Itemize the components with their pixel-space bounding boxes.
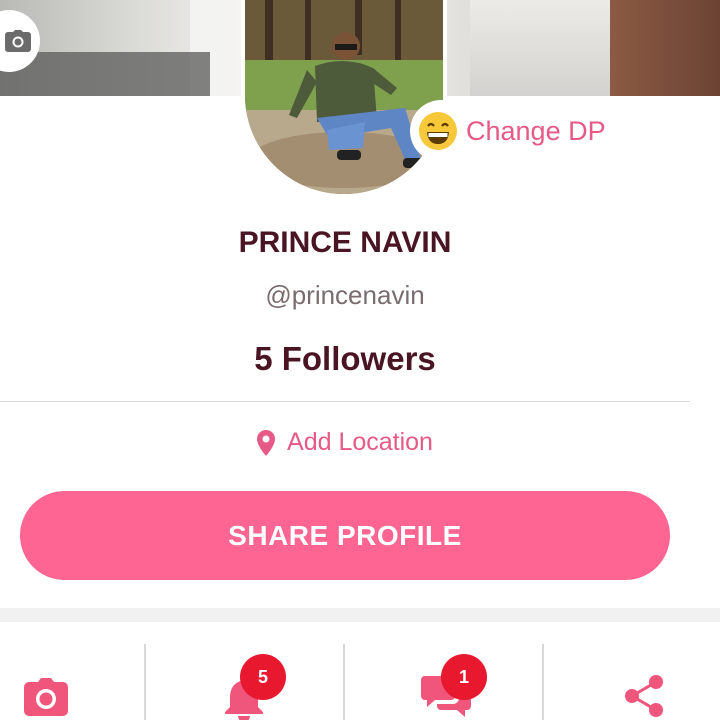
messages-badge: 1 — [441, 654, 487, 700]
tab-messages[interactable]: 1 — [345, 622, 543, 720]
divider — [0, 401, 690, 402]
notifications-badge: 5 — [240, 654, 286, 700]
profile-avatar[interactable] — [241, 0, 447, 198]
change-dp-button[interactable]: Change DP — [410, 100, 620, 162]
profile-handle: @princenavin — [265, 280, 425, 310]
add-location-link[interactable]: Add Location — [0, 428, 690, 457]
avatar-photo-scene — [245, 0, 443, 194]
change-dp-label: Change DP — [466, 115, 606, 146]
tab-notifications[interactable]: 5 — [146, 622, 344, 720]
share-profile-label: SHARE PROFILE — [228, 519, 462, 551]
camera-icon — [5, 30, 31, 52]
tab-photos[interactable] — [0, 622, 145, 720]
share-profile-button[interactable]: SHARE PROFILE — [20, 491, 670, 580]
tab-share[interactable] — [544, 622, 720, 720]
camera-icon — [24, 678, 68, 716]
profile-name: PRINCE NAVIN — [238, 226, 452, 259]
bottom-tab-bar: 5 1 — [0, 622, 720, 720]
grinning-emoji-icon — [419, 112, 457, 150]
share-icon — [625, 675, 663, 717]
followers-count[interactable]: 5 Followers — [0, 340, 690, 378]
location-pin-icon — [257, 429, 276, 456]
add-location-label: Add Location — [287, 428, 433, 456]
section-divider-band — [0, 608, 720, 622]
avatar-photo — [245, 0, 443, 194]
